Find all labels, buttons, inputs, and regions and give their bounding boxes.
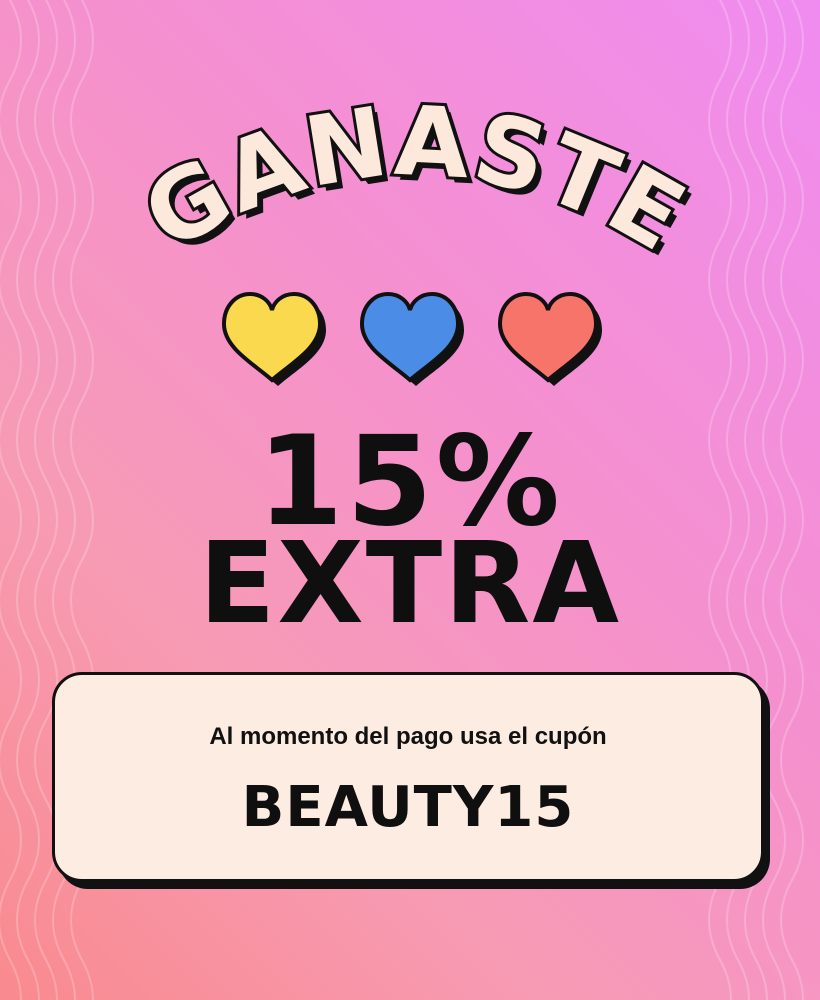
- discount-label: EXTRA: [198, 519, 622, 649]
- yellow-heart-icon: [221, 291, 326, 386]
- coupon-instruction: Al momento del pago usa el cupón: [209, 723, 607, 750]
- blue-heart-icon: [359, 291, 464, 386]
- promo-card: GANASTE GANASTE 15% EXTRA Al momento del…: [0, 0, 820, 1000]
- coupon-code[interactable]: BEAUTY15: [55, 775, 761, 840]
- coral-heart-icon: [497, 291, 602, 386]
- coupon-box: Al momento del pago usa el cupón BEAUTY1…: [52, 672, 764, 882]
